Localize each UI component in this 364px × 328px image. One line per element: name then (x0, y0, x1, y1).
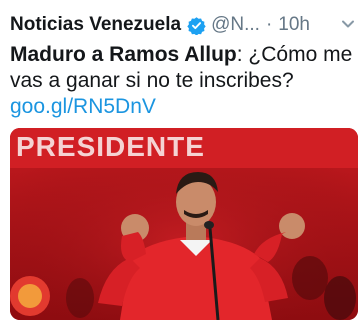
chevron-down-icon[interactable] (340, 16, 356, 32)
header-separator: · (265, 14, 273, 35)
tweet-photo[interactable]: PRESIDENTE (10, 128, 358, 320)
author-handle[interactable]: @N... (211, 14, 260, 36)
verified-badge-icon (187, 16, 206, 35)
banner-text: PRESIDENTE (16, 131, 205, 162)
tweet-text: Maduro a Ramos Allup: ¿Cómo me vas a gan… (10, 42, 355, 120)
photo-illustration: PRESIDENTE (10, 128, 358, 320)
tweet-link[interactable]: goo.gl/RN5DnV (10, 94, 355, 120)
author-name[interactable]: Noticias Venezuela (10, 14, 181, 36)
tweet-text-bold: Maduro a Ramos Allup (10, 43, 237, 66)
timestamp[interactable]: 10h (278, 14, 310, 36)
tweet-header: Noticias Venezuela @N... · 10h (10, 12, 356, 38)
